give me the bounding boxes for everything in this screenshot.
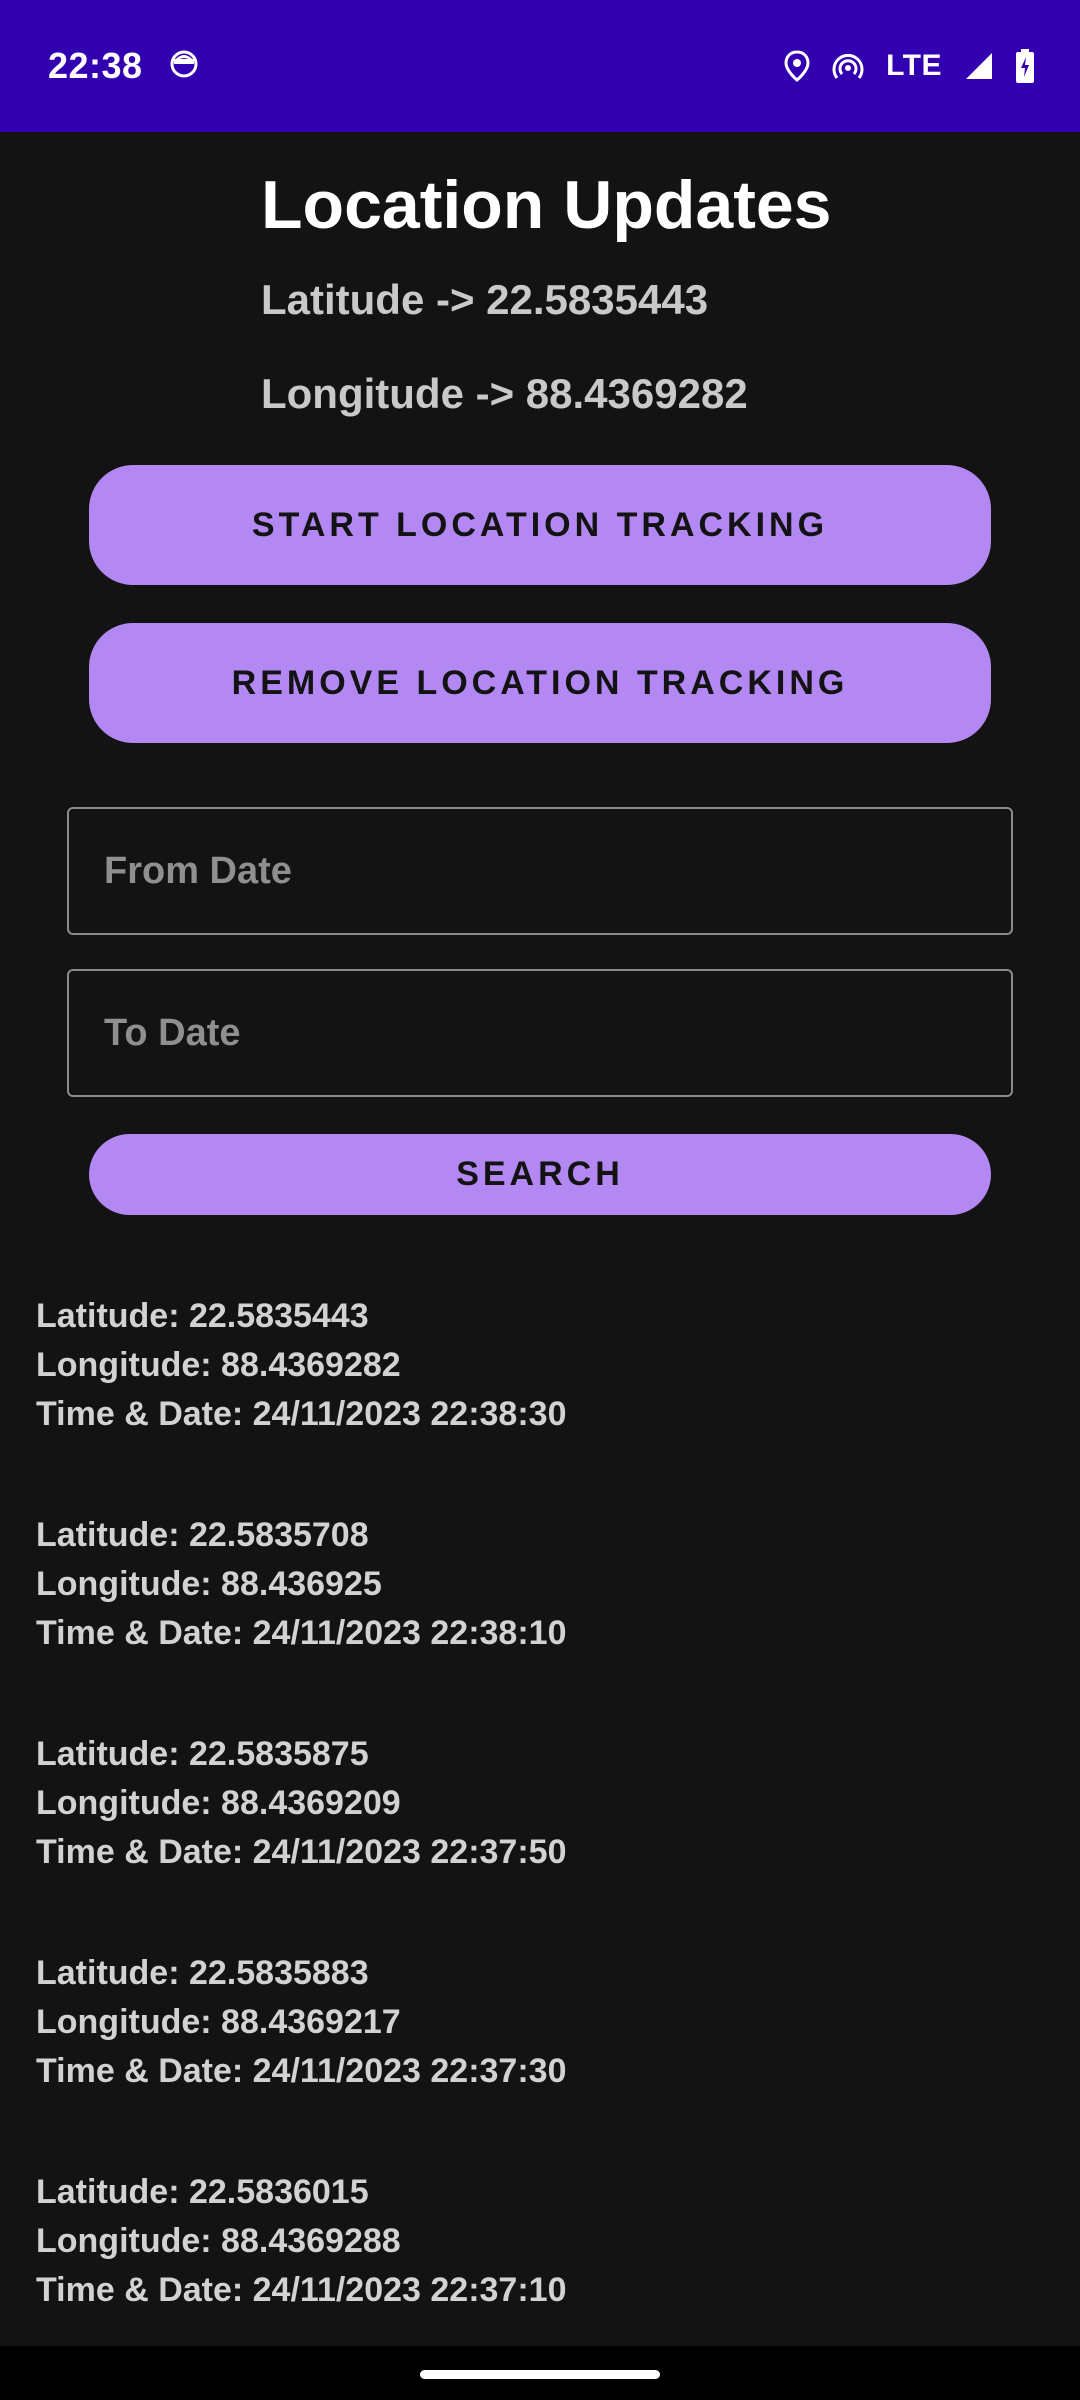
record-latitude: Latitude: 22.5836015 [36,2173,369,2211]
current-latitude: Latitude -> 22.5835443 [261,276,709,323]
list-item: Latitude: 22.5835443 Longitude: 88.43692… [36,1292,1036,1511]
location-records-list: Latitude: 22.5835443 Longitude: 88.43692… [36,1292,1036,2387]
status-right: LTE [784,49,1034,83]
to-date-field[interactable]: To Date [67,969,1013,1097]
record-longitude: Longitude: 88.4369282 [36,1346,401,1384]
list-item: Latitude: 22.5835875 Longitude: 88.43692… [36,1730,1036,1949]
signal-icon [964,51,994,81]
list-item: Latitude: 22.5835883 Longitude: 88.43692… [36,1949,1036,2168]
record-longitude: Longitude: 88.4369288 [36,2222,401,2260]
record-datetime: Time & Date: 24/11/2023 22:37:30 [36,2052,567,2090]
from-date-placeholder: From Date [104,849,292,892]
record-longitude: Longitude: 88.436925 [36,1565,382,1603]
status-bar: 22:38 LTE [0,0,1080,132]
to-date-placeholder: To Date [104,1011,241,1054]
start-location-tracking-button[interactable]: START LOCATION TRACKING [89,465,991,585]
search-button[interactable]: SEARCH [89,1134,991,1215]
record-latitude: Latitude: 22.5835708 [36,1516,369,1554]
battery-charging-icon [1016,49,1034,83]
page-title: Location Updates [261,167,832,243]
from-date-field[interactable]: From Date [67,807,1013,935]
record-longitude: Longitude: 88.4369217 [36,2003,401,2041]
status-left: 22:38 [48,45,199,87]
home-gesture-handle[interactable] [420,2370,660,2379]
record-longitude: Longitude: 88.4369209 [36,1784,401,1822]
record-datetime: Time & Date: 24/11/2023 22:38:10 [36,1614,567,1652]
network-type: LTE [886,49,942,82]
record-latitude: Latitude: 22.5835443 [36,1297,369,1335]
hotspot-icon [832,50,864,82]
remove-location-tracking-button[interactable]: REMOVE LOCATION TRACKING [89,623,991,743]
record-datetime: Time & Date: 24/11/2023 22:37:10 [36,2271,567,2309]
record-latitude: Latitude: 22.5835883 [36,1954,369,1992]
location-pin-icon [784,50,810,82]
face-notification-icon [169,49,199,84]
current-longitude: Longitude -> 88.4369282 [261,370,748,417]
record-latitude: Latitude: 22.5835875 [36,1735,369,1773]
list-item: Latitude: 22.5835708 Longitude: 88.43692… [36,1511,1036,1730]
status-time: 22:38 [48,45,143,86]
record-datetime: Time & Date: 24/11/2023 22:37:50 [36,1833,567,1871]
record-datetime: Time & Date: 24/11/2023 22:38:30 [36,1395,567,1433]
